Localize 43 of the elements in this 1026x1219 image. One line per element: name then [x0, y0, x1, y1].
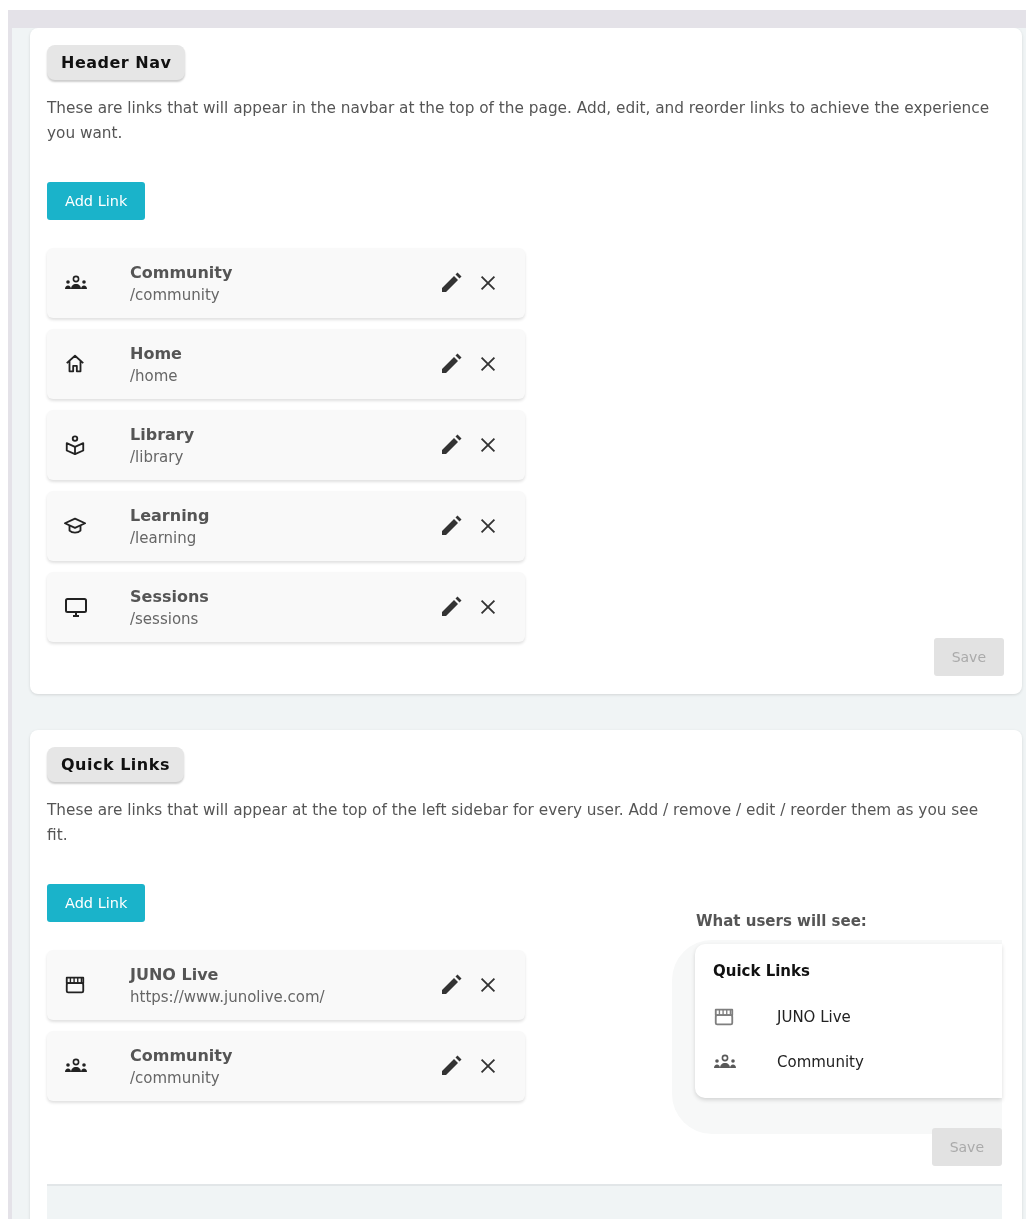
section-title: Header Nav [47, 45, 186, 80]
link-item[interactable]: Learning /learning [47, 491, 525, 561]
link-path: https://www.junolive.com/ [130, 987, 326, 1006]
link-name: Learning [130, 505, 211, 525]
storefront-icon [64, 974, 86, 996]
section-description: These are links that will appear at the top of the left sidebar for every user. Add / remove / edit / reorder them as you see fit. [47, 800, 980, 846]
book-icon [64, 434, 86, 456]
link-path: /community [130, 1068, 221, 1087]
people-icon [64, 275, 88, 291]
link-name: JUNO Live [130, 964, 220, 984]
link-path: /home [130, 366, 179, 385]
edit-icon[interactable] [439, 973, 463, 997]
link-name: Home [130, 343, 183, 363]
link-item[interactable]: Community /community [47, 248, 525, 318]
people-icon [64, 1058, 88, 1074]
people-icon [713, 1053, 737, 1070]
preview-label: What users will see: [696, 912, 868, 930]
edit-icon[interactable] [439, 514, 463, 538]
link-name: Library [130, 424, 196, 444]
edit-icon[interactable] [439, 1054, 463, 1078]
home-icon [64, 353, 86, 375]
link-item[interactable]: Sessions /sessions [47, 572, 525, 642]
link-path: /community [130, 285, 221, 304]
link-name: Community [130, 262, 234, 282]
section-description: These are links that will appear in the navbar at the top of the page. Add, edit, and reorder links to achieve the experience you want. [47, 98, 991, 144]
edit-icon[interactable] [439, 433, 463, 457]
link-name: Community [130, 1045, 234, 1065]
preview-link[interactable]: JUNO Live [777, 1007, 851, 1026]
preview-title: Quick Links [713, 962, 811, 980]
link-item[interactable]: Community /community [47, 1031, 525, 1101]
link-path: /learning [130, 528, 198, 547]
link-item[interactable]: Library /library [47, 410, 525, 480]
link-path: /sessions [130, 609, 200, 628]
edit-icon[interactable] [439, 352, 463, 376]
link-item[interactable]: JUNO Live https://www.junolive.com/ [47, 950, 525, 1020]
link-path: /library [130, 447, 185, 466]
link-name: Sessions [130, 586, 210, 606]
edit-icon[interactable] [439, 271, 463, 295]
preview-link[interactable]: Community [777, 1052, 864, 1071]
monitor-icon [64, 595, 88, 619]
section-title: Quick Links [47, 747, 184, 782]
link-item[interactable]: Home /home [47, 329, 525, 399]
edit-icon[interactable] [439, 595, 463, 619]
